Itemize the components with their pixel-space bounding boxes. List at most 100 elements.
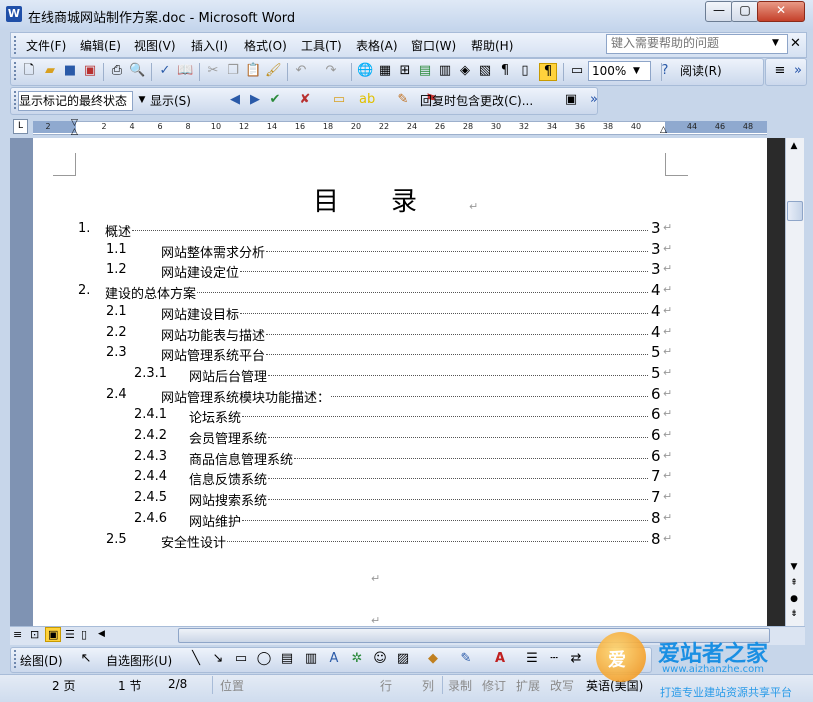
line-style-icon[interactable]: ☰ xyxy=(524,651,540,667)
minimize-button[interactable]: — xyxy=(705,1,733,22)
hyperlink-icon[interactable]: 🌐 xyxy=(357,63,373,79)
insert-picture-icon[interactable]: ▨ xyxy=(395,651,411,667)
toc-entry[interactable]: 1.2 网站建设定位 3 ↵ xyxy=(0,260,813,282)
dash-style-icon[interactable]: ┄ xyxy=(546,651,562,667)
highlight-icon[interactable]: ab xyxy=(359,92,375,108)
accept-change-icon[interactable]: ✔ xyxy=(267,92,283,108)
toc-entry[interactable]: 2.4 网站管理系统模块功能描述： 6 ↵ xyxy=(0,385,813,407)
reviewing-pane-icon[interactable]: ▣ xyxy=(563,92,579,108)
copy-icon[interactable]: ❐ xyxy=(225,63,241,79)
menu-view[interactable]: 视图(V) xyxy=(134,37,176,54)
menu-format[interactable]: 格式(O) xyxy=(244,37,287,54)
research-icon[interactable]: 📖 xyxy=(177,63,193,79)
arrow-tool-icon[interactable]: ↘ xyxy=(210,651,226,667)
zoom-dropdown-icon[interactable]: ▼ xyxy=(633,66,640,76)
format-painter-icon[interactable]: 🖌 xyxy=(265,63,282,79)
toolbar-options-icon[interactable]: » xyxy=(790,63,806,79)
toc-title[interactable]: 目录↵ xyxy=(313,181,478,218)
left-indent-icon[interactable]: △ xyxy=(71,127,78,137)
spelling-icon[interactable]: ✓ xyxy=(157,63,173,79)
cut-icon[interactable]: ✂ xyxy=(205,63,221,79)
help-icon[interactable]: ? xyxy=(657,63,673,79)
rectangle-tool-icon[interactable]: ▭ xyxy=(233,651,249,667)
undo-icon[interactable]: ↶ xyxy=(293,63,309,79)
line-tool-icon[interactable]: ╲ xyxy=(188,651,204,667)
reading-button[interactable]: 阅读(R) xyxy=(680,62,722,79)
tables-borders-icon[interactable]: ▦ xyxy=(377,63,393,79)
scroll-down-icon[interactable]: ▼ xyxy=(787,562,801,572)
autoshapes-button[interactable]: 自选图形(U) xyxy=(106,652,172,669)
menu-help[interactable]: 帮助(H) xyxy=(471,37,513,54)
menu-edit[interactable]: 编辑(E) xyxy=(80,37,121,54)
vertical-text-box-icon[interactable]: ▥ xyxy=(303,651,319,667)
toc-entry[interactable]: 2.1 网站建设目标 4 ↵ xyxy=(0,302,813,324)
tab-stop-selector[interactable]: L xyxy=(13,119,28,134)
wordart-icon[interactable]: A xyxy=(326,651,342,667)
help-search-input[interactable] xyxy=(607,35,769,51)
markup-dropdown-icon[interactable]: ▼ xyxy=(134,92,150,108)
help-search-box[interactable] xyxy=(606,34,788,54)
permission-icon[interactable]: ▣ xyxy=(82,63,98,79)
scroll-up-icon[interactable]: ▲ xyxy=(787,141,801,151)
menu-file[interactable]: 文件(F) xyxy=(26,37,66,54)
menu-insert[interactable]: 插入(I) xyxy=(191,37,228,54)
line-color-icon[interactable]: ✎ xyxy=(458,651,474,667)
menubar-grip-icon[interactable] xyxy=(14,36,19,54)
maximize-button[interactable]: ▢ xyxy=(731,1,759,22)
menu-table[interactable]: 表格(A) xyxy=(356,37,398,54)
new-document-icon[interactable]: 🗋 xyxy=(21,63,37,79)
columns-toggle-icon[interactable]: ▯ xyxy=(517,63,533,79)
horizontal-ruler[interactable] xyxy=(33,121,767,135)
scroll-left-icon[interactable]: ◀ xyxy=(98,629,105,639)
previous-change-icon[interactable]: ◀ xyxy=(227,92,243,108)
show-hide-icon[interactable]: ¶ xyxy=(497,63,513,79)
redo-icon[interactable]: ↷ xyxy=(323,63,339,79)
toc-entry[interactable]: 2.2 网站功能表与描述 4 ↵ xyxy=(0,323,813,345)
reply-with-changes-button[interactable]: 回复时包含更改(C)... xyxy=(420,92,533,109)
arrow-style-icon[interactable]: ⇄ xyxy=(568,651,584,667)
status-record-macro[interactable]: 录制 xyxy=(448,677,472,694)
toc-entry[interactable]: 2.4.1 论坛系统 6 ↵ xyxy=(0,405,813,427)
toc-entry[interactable]: 1.1 网站整体需求分析 3 ↵ xyxy=(0,240,813,262)
paste-icon[interactable]: 📋 xyxy=(245,63,261,79)
toc-entry[interactable]: 1. 概述 3 ↵ xyxy=(0,219,813,241)
align-justify-icon[interactable]: ≡ xyxy=(772,63,788,79)
status-extend[interactable]: 扩展 xyxy=(516,677,540,694)
menu-window[interactable]: 窗口(W) xyxy=(411,37,456,54)
toc-entry[interactable]: 2.4.3 商品信息管理系统 6 ↵ xyxy=(0,447,813,469)
toc-entry[interactable]: 2. 建设的总体方案 4 ↵ xyxy=(0,281,813,303)
select-browse-object-icon[interactable]: ● xyxy=(787,594,801,604)
previous-page-icon[interactable]: ⇞ xyxy=(787,578,801,588)
markup-state-select[interactable]: 显示标记的最终状态 xyxy=(18,91,133,111)
right-indent-icon[interactable]: △ xyxy=(660,125,667,135)
drawing-toggle-icon[interactable]: ◈ xyxy=(457,63,473,79)
font-color-icon[interactable]: A xyxy=(492,651,508,667)
close-window-button[interactable]: ✕ xyxy=(757,1,805,22)
toolbar-grip-icon[interactable] xyxy=(14,650,19,668)
toc-entry[interactable]: 2.5 安全性设计 8 ↵ xyxy=(0,530,813,552)
toc-entry[interactable]: 2.4.4 信息反馈系统 7 ↵ xyxy=(0,467,813,489)
help-dropdown-icon[interactable]: ▼ xyxy=(772,38,779,48)
open-folder-icon[interactable]: ▰ xyxy=(42,63,58,79)
reject-change-icon[interactable]: ✘ xyxy=(297,92,313,108)
oval-tool-icon[interactable]: ◯ xyxy=(256,651,272,667)
outline-view-icon[interactable]: ☰ xyxy=(65,628,75,641)
normal-view-icon[interactable]: ≡ xyxy=(13,628,22,641)
next-page-icon[interactable]: ⇟ xyxy=(787,609,801,619)
insert-comment-icon[interactable]: ▭ xyxy=(331,92,347,108)
clip-art-icon[interactable]: ☺ xyxy=(372,651,388,667)
print-preview-icon[interactable]: 🔍 xyxy=(129,63,145,79)
fill-color-icon[interactable]: ◆ xyxy=(425,651,441,667)
select-objects-icon[interactable]: ↖ xyxy=(78,651,94,667)
insert-table-icon[interactable]: ⊞ xyxy=(397,63,413,79)
zoom-select[interactable]: 100% xyxy=(588,61,651,81)
word-app-icon[interactable]: W xyxy=(6,6,22,22)
toolbar-grip-icon[interactable] xyxy=(14,62,19,80)
columns-icon[interactable]: ▥ xyxy=(437,63,453,79)
toc-entry[interactable]: 2.4.6 网站维护 8 ↵ xyxy=(0,509,813,531)
menu-tools[interactable]: 工具(T) xyxy=(301,37,342,54)
toc-entry[interactable]: 2.4.5 网站搜索系统 7 ↵ xyxy=(0,488,813,510)
draw-menu-button[interactable]: 绘图(D) xyxy=(20,652,63,669)
vertical-scroll-thumb[interactable] xyxy=(787,201,803,221)
print-layout-icon[interactable]: ▣ xyxy=(45,627,62,642)
